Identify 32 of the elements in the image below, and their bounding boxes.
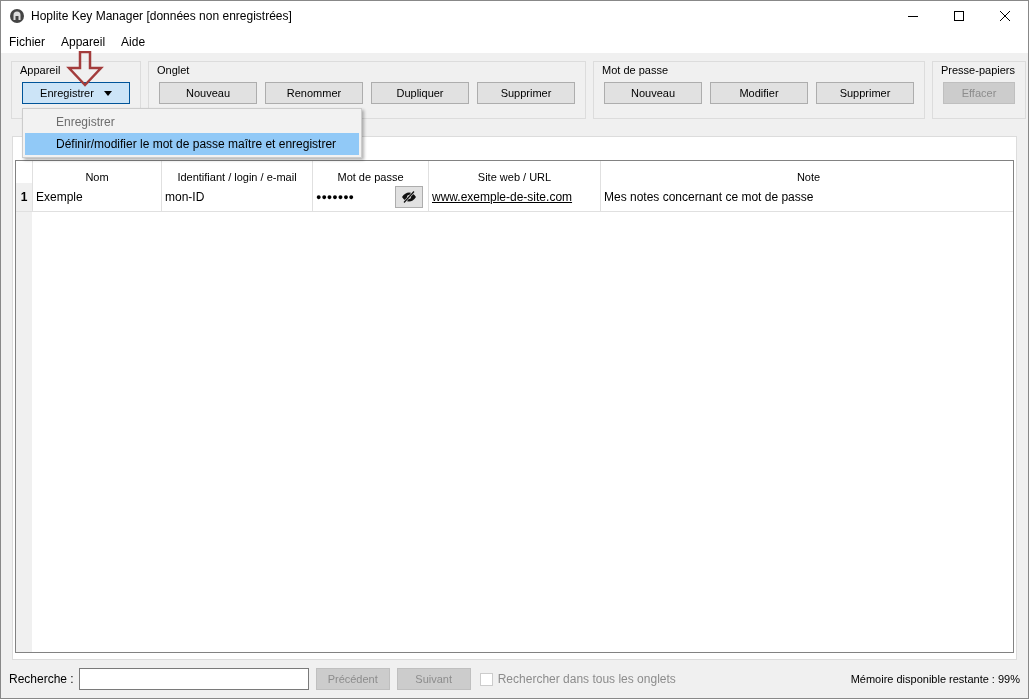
memory-status: Mémoire disponible restante : 99%: [850, 673, 1020, 685]
menu-item[interactable]: Définir/modifier le mot de passe maître et enregistrer: [25, 133, 359, 155]
helmet-icon: [9, 8, 25, 24]
toolbar-button[interactable]: Dupliquer: [371, 82, 469, 104]
search-label: Recherche :: [9, 672, 74, 686]
toolbar-button[interactable]: Renommer: [265, 82, 363, 104]
menu-item[interactable]: Fichier: [9, 35, 45, 49]
window-title: Hoplite Key Manager [données non enregistrées]: [31, 9, 292, 23]
show-password-button[interactable]: [395, 186, 423, 208]
table-cell: mon-ID: [162, 183, 313, 211]
menu-item[interactable]: Appareil: [61, 35, 106, 49]
masked-password: ●●●●●●●: [316, 192, 355, 202]
toolbar-button[interactable]: Nouveau: [159, 82, 257, 104]
save-dropdown-button[interactable]: Enregistrer: [22, 82, 130, 104]
row-number: 1: [16, 183, 32, 211]
group-title: Mot de passe: [602, 64, 669, 76]
group-title: Onglet: [157, 64, 190, 76]
toolbar-button[interactable]: Supprimer: [816, 82, 914, 104]
column-header[interactable]: Note: [601, 161, 1013, 183]
caret-icon: [103, 90, 112, 96]
crossed-eye-icon: [401, 191, 417, 203]
table-cell-text: Mes notes concernant ce mot de passe: [603, 189, 815, 206]
toolbar-button[interactable]: Nouveau: [604, 82, 702, 104]
toolbar-button[interactable]: Supprimer: [477, 82, 575, 104]
down-arrow-drawing: [66, 51, 104, 87]
website-link[interactable]: www.exemple-de-site.com: [429, 183, 601, 211]
group-title: Presse-papiers: [941, 64, 1015, 76]
group-title: Appareil: [20, 64, 61, 76]
toolbar-button[interactable]: Modifier: [710, 82, 808, 104]
table-cell: Exemple: [32, 183, 162, 211]
search-field[interactable]: [78, 668, 309, 690]
menu-item[interactable]: Aide: [121, 35, 146, 49]
